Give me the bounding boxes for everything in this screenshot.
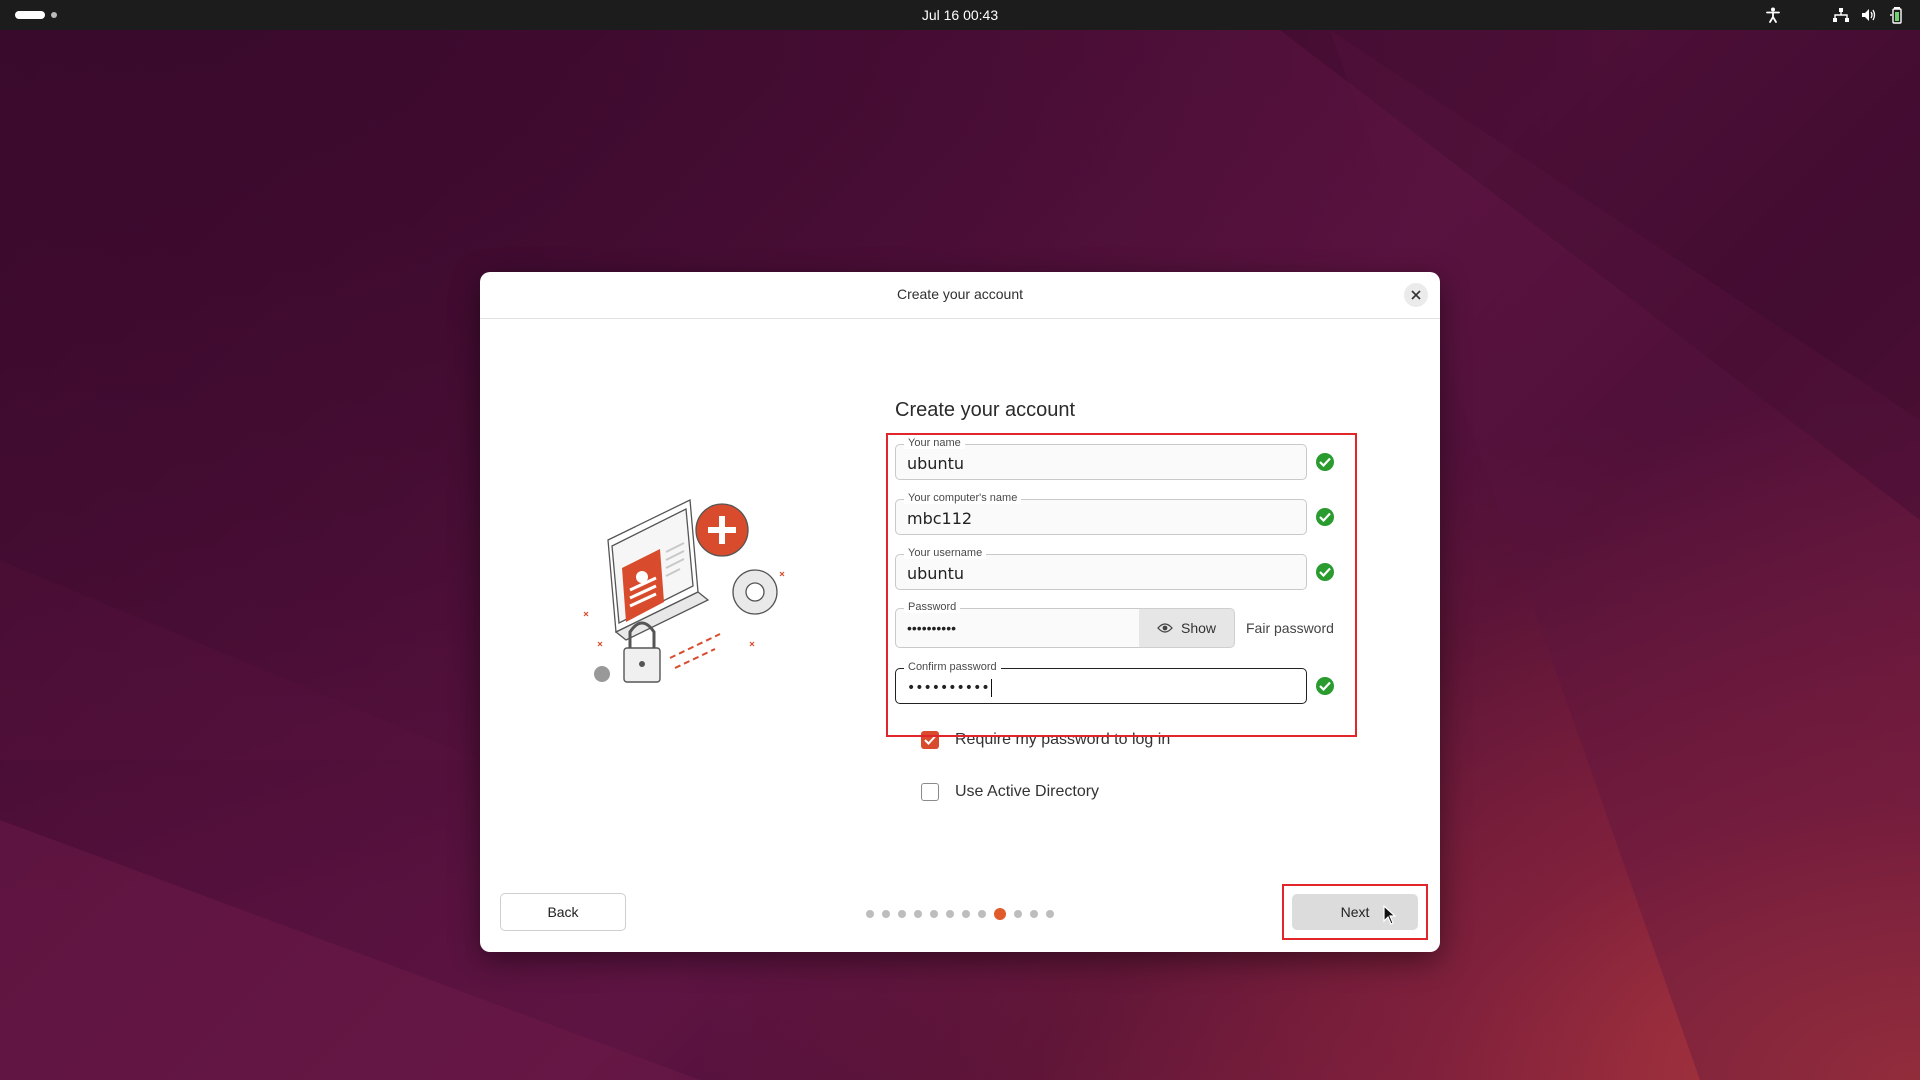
username-value: ubuntu	[907, 564, 964, 583]
progress-dot	[930, 910, 938, 918]
computer-name-label: Your computer's name	[904, 492, 1022, 504]
back-button[interactable]: Back	[500, 893, 626, 931]
network-icon[interactable]	[1832, 6, 1850, 24]
computer-name-value: mbc112	[907, 509, 973, 528]
dialog-header: Create your account	[480, 272, 1440, 319]
progress-dot	[946, 910, 954, 918]
checkmark-icon	[924, 735, 936, 745]
confirm-password-field[interactable]: Confirm password ••••••••••	[895, 661, 1307, 704]
username-valid-icon	[1316, 563, 1334, 581]
your-name-label: Your name	[904, 437, 965, 449]
confirm-password-valid-icon	[1316, 677, 1334, 695]
require-password-checkbox[interactable]	[921, 731, 939, 749]
volume-icon[interactable]	[1860, 6, 1878, 24]
progress-dot	[1030, 910, 1038, 918]
progress-dot-current	[994, 908, 1006, 920]
battery-icon[interactable]	[1888, 6, 1906, 24]
password-field[interactable]: Password ••••••••••	[895, 601, 1141, 648]
clock-container: Jul 16 00:43	[0, 7, 1920, 23]
installer-dialog: Create your account Create your account …	[480, 272, 1440, 952]
progress-dot	[1014, 910, 1022, 918]
progress-dot	[866, 910, 874, 918]
close-icon	[1411, 290, 1421, 300]
progress-dots	[866, 908, 1054, 920]
account-illustration	[583, 499, 785, 683]
top-bar: Jul 16 00:43	[0, 0, 1920, 30]
password-label: Password	[904, 601, 961, 613]
your-name-field[interactable]: Your name ubuntu	[895, 437, 1307, 480]
your-name-value: ubuntu	[907, 454, 964, 473]
close-button[interactable]	[1404, 283, 1428, 307]
computer-name-valid-icon	[1316, 508, 1334, 526]
progress-dot	[978, 910, 986, 918]
form-heading: Create your account	[895, 399, 1076, 421]
confirm-password-value: ••••••••••	[907, 680, 990, 696]
username-field[interactable]: Your username ubuntu	[895, 547, 1307, 590]
accessibility-icon[interactable]	[1764, 6, 1782, 24]
your-name-valid-icon	[1316, 453, 1334, 471]
show-password-label: Show	[1180, 620, 1217, 636]
active-directory-label[interactable]: Use Active Directory	[955, 783, 1099, 801]
username-label: Your username	[904, 547, 987, 559]
confirm-password-label: Confirm password	[904, 661, 1001, 673]
progress-dot	[882, 910, 890, 918]
eye-icon	[1157, 623, 1173, 633]
password-strength: Fair password	[1246, 620, 1334, 636]
show-password-button[interactable]: Show	[1139, 608, 1235, 648]
progress-dot	[962, 910, 970, 918]
system-tray[interactable]	[1764, 6, 1906, 24]
clock[interactable]: Jul 16 00:43	[922, 7, 998, 23]
progress-dot	[898, 910, 906, 918]
require-password-label[interactable]: Require my password to log in	[955, 731, 1170, 749]
text-caret	[990, 679, 992, 697]
active-directory-checkbox[interactable]	[921, 783, 939, 801]
progress-dot	[1046, 910, 1054, 918]
password-value: ••••••••••	[907, 620, 957, 636]
progress-dot	[914, 910, 922, 918]
mouse-pointer-icon	[1383, 905, 1397, 925]
computer-name-field[interactable]: Your computer's name mbc112	[895, 492, 1307, 535]
next-button[interactable]: Next	[1292, 894, 1418, 930]
dialog-title: Create your account	[896, 286, 1024, 302]
